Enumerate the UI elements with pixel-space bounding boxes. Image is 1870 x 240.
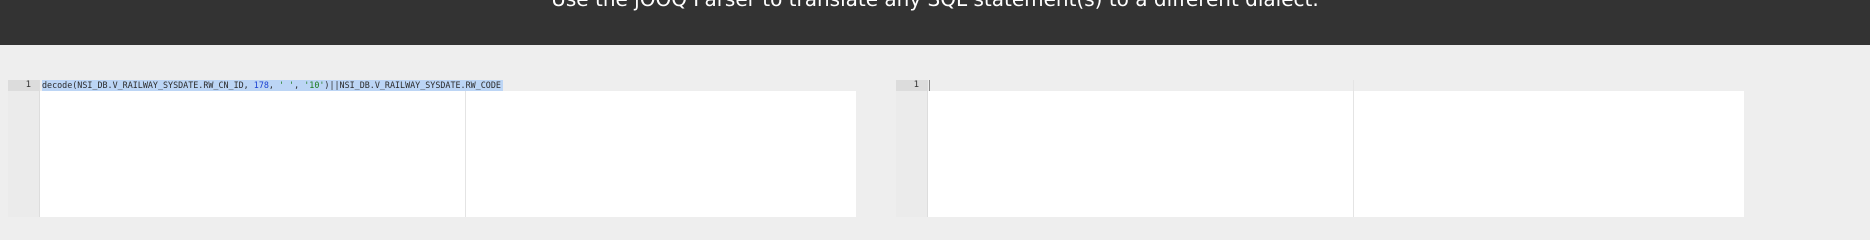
input-sql-editor[interactable]: 1 decode(NSI_DB.V_RAILWAY_SYSDATE.RW_CN_… <box>8 80 856 217</box>
line-number: 1 <box>25 80 31 90</box>
code-token-string: ' ' <box>279 80 295 90</box>
editor-body[interactable] <box>40 91 856 217</box>
output-editor-gutter: 1 <box>896 80 928 217</box>
code-token: decode(NSI_DB.V_RAILWAY_SYSDATE.RW_CN_ID… <box>42 80 254 90</box>
print-margin <box>465 80 466 217</box>
active-line-strip <box>928 80 1744 91</box>
code-token: , <box>268 80 280 90</box>
print-margin <box>1353 80 1354 217</box>
editor-body[interactable] <box>928 91 1744 217</box>
code-line[interactable]: decode(NSI_DB.V_RAILWAY_SYSDATE.RW_CN_ID… <box>42 80 503 91</box>
input-editor-content[interactable]: decode(NSI_DB.V_RAILWAY_SYSDATE.RW_CN_ID… <box>40 80 856 217</box>
output-editor-content[interactable] <box>928 80 1744 217</box>
text-cursor <box>929 80 930 91</box>
line-number: 1 <box>913 80 919 90</box>
page-description: Use the jOOQ Parser to translate any SQL… <box>0 0 1870 11</box>
input-editor-gutter: 1 <box>8 80 40 217</box>
code-token-number: 178 <box>253 80 269 90</box>
code-token-string: '10' <box>304 80 325 90</box>
top-header-bar: Use the jOOQ Parser to translate any SQL… <box>0 0 1870 45</box>
code-token: )||NSI_DB.V_RAILWAY_SYSDATE.RW_CODE <box>324 80 501 90</box>
code-token: , <box>294 80 305 90</box>
output-sql-editor[interactable]: 1 <box>896 80 1744 217</box>
